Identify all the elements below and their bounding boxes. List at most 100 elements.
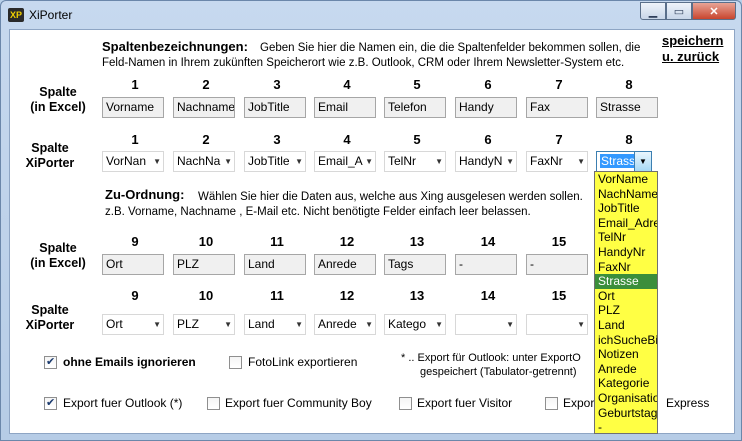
chevron-down-icon[interactable]: ▼ [365,315,373,334]
column-number-xiporter-13: 13 [409,288,425,303]
excel-column-name-9[interactable]: Ort [102,254,164,275]
dropdown-option[interactable]: TelNr [595,230,657,245]
excel-column-name-10[interactable]: PLZ [173,254,235,275]
xiporter-field-value-12: Anrede [318,317,357,331]
close-icon: ✕ [709,5,719,18]
fotolink-label: FotoLink exportieren [248,355,358,369]
excel-column-name-2[interactable]: Nachname [173,97,235,118]
xiporter-field-select-7[interactable]: FaxNr ▼ [526,151,588,172]
chevron-down-icon[interactable]: ▼ [506,152,514,171]
dropdown-option[interactable]: Kategorie [595,376,657,391]
column-names-description-2: Feld-Namen in Ihrem zukünften Speicheror… [102,57,625,69]
excel-column-name-3[interactable]: JobTitle [244,97,306,118]
excel-column-name-7[interactable]: Fax [526,97,588,118]
back-link[interactable]: u. zurück [662,49,719,64]
outlook-note-2: gespeichert (Tabulator-getrennt) [420,366,577,378]
dropdown-option[interactable]: PLZ [595,303,657,318]
xiporter-field-value-1: VorNan [106,154,147,168]
dropdown-option[interactable]: NachName [595,187,657,202]
excel-column-name-11[interactable]: Land [244,254,306,275]
chevron-down-icon[interactable]: ▼ [153,152,161,171]
minimize-button[interactable]: ▁ [640,2,666,20]
xiporter-field-select-6[interactable]: HandyN ▼ [455,151,517,172]
xiporter-field-value-11: Land [248,317,275,331]
dropdown-option[interactable]: HandyNr [595,245,657,260]
excel-column-name-8[interactable]: Strasse [596,97,658,118]
xiporter-field-select-3[interactable]: JobTitle ▼ [244,151,306,172]
dropdown-option[interactable]: VorName [595,172,657,187]
dropdown-option[interactable]: Notizen [595,347,657,362]
dropdown-option[interactable]: Email_Adresse [595,216,657,231]
export-community-checkbox[interactable] [207,397,220,410]
dropdown-option[interactable]: Anrede [595,362,657,377]
column-number-xiporter-15: 15 [551,288,567,303]
xiporter-field-value-6: HandyN [459,154,503,168]
export-express-checkbox[interactable] [545,397,558,410]
excel-column-name-5[interactable]: Telefon [384,97,446,118]
xiporter-field-select-15[interactable]: ▼ [526,314,588,335]
window-title: XiPorter [29,8,73,22]
assignment-description-2: z.B. Vorname, Nachname , E-Mail etc. Nic… [105,206,531,218]
chevron-down-icon[interactable]: ▼ [577,152,585,171]
column-number-xiporter-10: 10 [198,288,214,303]
export-visitor-checkbox[interactable] [399,397,412,410]
column-number-1: 1 [131,77,139,92]
fotolink-checkbox[interactable] [229,356,242,369]
export-outlook-checkbox[interactable] [44,396,57,410]
xiporter-field-select-14[interactable]: ▼ [455,314,517,335]
xiporter-field-select-9[interactable]: Ort ▼ [102,314,164,335]
chevron-down-icon[interactable]: ▼ [435,152,443,171]
column-number-11: 11 [270,234,284,249]
dropdown-option[interactable]: Land [595,318,657,333]
excel-column-name-15[interactable]: - [526,254,588,275]
excel-column-name-12[interactable]: Anrede [314,254,376,275]
xiporter-field-select-12[interactable]: Anrede ▼ [314,314,376,335]
dropdown-option[interactable]: JobTitle [595,201,657,216]
xiporter-field-value-4: Email_A [318,154,363,168]
save-link[interactable]: speichern [662,33,723,48]
chevron-down-icon[interactable]: ▼ [435,315,443,334]
dropdown-option[interactable]: Strasse [595,274,657,289]
xiporter-field-select-8[interactable]: Strasse ▼ [596,151,652,172]
minimize-icon: ▁ [648,5,658,18]
xiporter-field-select-1[interactable]: VorNan ▼ [102,151,164,172]
row-label-xiporter-1: Spalte XiPorter [25,141,75,170]
chevron-down-icon[interactable]: ▼ [365,152,373,171]
ignore-no-email-checkbox[interactable] [44,355,57,369]
xiporter-field-value-13: Katego [388,317,427,331]
column-names-title: Spaltenbezeichnungen: [102,39,248,54]
export-community-label: Export fuer Community Boy [225,396,372,410]
dropdown-option[interactable]: ichSucheBiete [595,333,657,348]
xiporter-field-select-5[interactable]: TelNr ▼ [384,151,446,172]
column-8-dropdown-list[interactable]: VorNameNachNameJobTitleEmail_AdresseTelN… [594,171,658,434]
xiporter-field-select-11[interactable]: Land ▼ [244,314,306,335]
chevron-down-icon[interactable]: ▼ [577,315,585,334]
chevron-down-icon[interactable]: ▼ [634,152,651,171]
excel-column-name-14[interactable]: - [455,254,517,275]
xiporter-field-select-2[interactable]: NachNa ▼ [173,151,235,172]
excel-column-name-13[interactable]: Tags [384,254,446,275]
app-icon: XP [8,8,24,22]
excel-column-name-4[interactable]: Email [314,97,376,118]
column-names-description-1: Geben Sie hier die Namen ein, die die Sp… [260,42,641,54]
xiporter-field-select-13[interactable]: Katego ▼ [384,314,446,335]
chevron-down-icon[interactable]: ▼ [295,315,303,334]
excel-column-name-1[interactable]: Vorname [102,97,164,118]
dropdown-option[interactable]: Geburtstag [595,406,657,421]
chevron-down-icon[interactable]: ▼ [224,315,232,334]
dropdown-option[interactable]: Organisation [595,391,657,406]
xiporter-field-select-4[interactable]: Email_A ▼ [314,151,376,172]
column-number-xiporter-14: 14 [480,288,496,303]
excel-column-name-6[interactable]: Handy [455,97,517,118]
column-number-xiporter-1: 1 [131,132,139,147]
dropdown-option[interactable]: Ort [595,289,657,304]
chevron-down-icon[interactable]: ▼ [224,152,232,171]
chevron-down-icon[interactable]: ▼ [295,152,303,171]
chevron-down-icon[interactable]: ▼ [506,315,514,334]
dropdown-option[interactable]: - [595,420,657,433]
maximize-button[interactable]: ▭ [666,2,692,20]
chevron-down-icon[interactable]: ▼ [153,315,161,334]
close-button[interactable]: ✕ [692,2,736,20]
dropdown-option[interactable]: FaxNr [595,260,657,275]
xiporter-field-select-10[interactable]: PLZ ▼ [173,314,235,335]
